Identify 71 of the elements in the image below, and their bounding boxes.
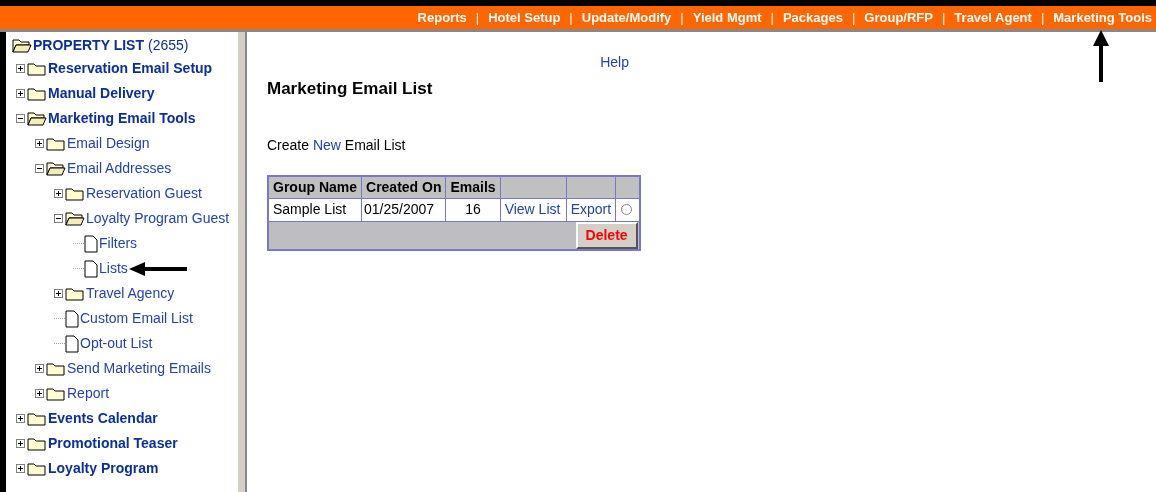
tree-item[interactable]: Filters [99,233,138,254]
tree-title[interactable]: PROPERTY LIST [33,34,144,56]
folder-icon [27,411,47,426]
tree-item[interactable]: Email Addresses [67,158,172,179]
folder-icon [46,386,66,401]
table-cell: 01/25/2007 [361,198,446,221]
nav-separator: | [474,8,481,27]
page-heading: Marketing Email List [267,78,434,100]
tree-item[interactable]: Email Design [67,133,150,154]
expand-icon[interactable] [35,389,44,398]
document-icon [65,309,79,328]
column-header: Created On [361,175,446,198]
folder-icon [27,86,47,101]
nav-separator: | [850,8,857,27]
row-radio[interactable] [621,204,633,215]
open-folder-icon [27,111,47,126]
folder-icon [65,186,85,201]
folder-icon [27,436,47,451]
expand-icon[interactable] [16,89,25,98]
create-text: Email List [343,135,406,155]
folder-icon [27,461,47,476]
tree-item[interactable]: Reservation Email Setup [48,58,213,79]
nav-separator: | [769,8,775,27]
folder-icon [46,136,66,151]
nav-separator: | [568,8,574,27]
tree-item[interactable]: Opt-out List [80,333,153,354]
expand-icon[interactable] [35,139,44,148]
expand-icon[interactable] [16,64,25,73]
tree-item[interactable]: Loyalty Program [48,458,159,479]
expand-icon[interactable] [54,189,63,198]
help-link[interactable]: Help [600,52,629,73]
tree-item[interactable]: Events Calendar [48,408,158,429]
nav-separator: | [940,8,947,27]
document-icon [84,234,98,253]
collapse-icon[interactable] [35,164,44,173]
open-folder-icon [12,37,32,53]
expand-icon[interactable] [35,364,44,373]
expand-icon[interactable] [16,414,25,423]
property-count: (2655) [148,35,189,55]
nav-separator: | [679,8,685,27]
tree-item[interactable]: Loyalty Program Guest [86,208,230,229]
nav-separator: | [1039,8,1046,27]
tree-item[interactable]: Lists [99,258,128,279]
tree-item[interactable]: Custom Email List [80,308,193,329]
collapse-icon[interactable] [54,214,63,223]
folder-icon [46,361,66,376]
document-icon [65,334,79,353]
folder-icon [65,286,85,301]
arrow-up-icon [1093,30,1109,82]
tree-item[interactable]: Marketing Email Tools [48,108,196,129]
new-link[interactable]: New [312,134,341,156]
table-cell: Sample List [268,198,362,221]
expand-icon[interactable] [16,464,25,473]
column-header: Group Name [268,175,362,198]
expand-icon[interactable] [54,289,63,298]
tree-item[interactable]: Travel Agency [86,283,175,304]
open-folder-icon [46,161,66,176]
folder-icon [27,61,47,76]
table-cell: 16 [446,198,501,221]
expand-icon[interactable] [16,439,25,448]
create-text: Create [267,135,311,155]
document-icon [84,259,98,278]
tree-item[interactable]: Manual Delivery [48,83,155,104]
tree-item[interactable]: Send Marketing Emails [67,358,211,379]
tree-item[interactable]: Report [67,383,110,404]
collapse-icon[interactable] [16,114,25,123]
tree-item[interactable]: Reservation Guest [86,183,202,204]
arrow-left-icon [128,261,187,276]
column-header: Emails [446,175,501,198]
open-folder-icon [65,211,85,226]
tree-item[interactable]: Promotional Teaser [48,433,178,454]
